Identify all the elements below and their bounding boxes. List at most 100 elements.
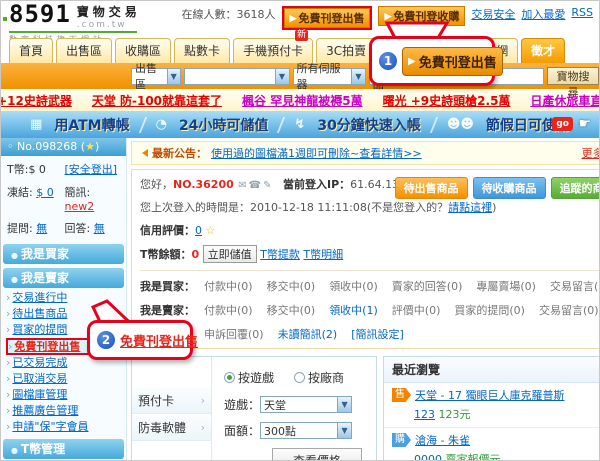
not-you-link[interactable]: 請點這裡 [448,201,492,214]
arrow-icon: › [8,340,13,353]
link-add-favorite[interactable]: 加入最愛 [521,6,565,22]
summary-item[interactable]: 領收中(0) [329,278,378,294]
pending-sell-button[interactable]: 待出售商品 [394,177,468,199]
tab-sell-zone[interactable]: 出售區 [56,38,113,63]
link-trade-safety[interactable]: 交易安全 [471,6,515,22]
summary-item[interactable]: 交易留言(0) [550,278,599,294]
last-login-row: 您上次登入的時間是：2010-12-18 11:11:08(不是您登入的？請點這… [140,201,497,214]
summary-item[interactable]: 專屬賣場(0) [476,278,536,294]
recent-item-sublink[interactable]: 0000 [414,453,442,460]
atm-banner[interactable]: ▦ 用ATM轉帳 ◔ 24小時可儲值 ↯ 30分鐘快速入帳 ☻☻ 節假日可使用 … [1,111,599,138]
callout-post-sell-link[interactable]: 免費刊登出售 [120,331,198,350]
tab-point-card[interactable]: 點數卡 [174,38,231,63]
ask-cell: 提問: 無 [7,222,48,235]
tab-home[interactable]: 首頁 [9,38,54,63]
sms-new-link[interactable]: new2 [65,200,95,213]
sidebar-item-ad-management[interactable]: › 推薦廣告管理 [6,403,126,419]
chevron-down-icon: ▼ [166,68,180,84]
sidebar: ◦ No.098268 (★) T幣:$ 0 [安全登出] 凍結: $ 0 簡訊… [1,138,127,460]
pending-buy-button[interactable]: 待收購商品 [472,177,546,199]
answer-cell: 回答: 無 [64,222,105,235]
tab-3c-auction[interactable]: 3C拍賣 [316,38,377,63]
check-price-button[interactable]: 查看價格 [272,448,363,460]
radio-by-vendor[interactable]: 按廠商 [294,369,344,386]
post-buy-button[interactable]: ▶ 免費刊登收購 [378,6,466,26]
link-rss[interactable]: RSS [571,6,593,19]
sidebar-item-apply-bao-member[interactable]: › 申請"保"字會員 [6,419,126,435]
promo-link[interactable]: 曙光 +9史詩頭槍2.5萬 [383,92,511,109]
sidebar-section-seller[interactable]: ● 我是賣家 [3,268,124,288]
promo-link[interactable]: 日產休旅車直降20萬 [530,92,599,109]
go-button[interactable]: go [552,117,573,131]
notice-link[interactable]: 使用過的圖檔滿1週即可刪除~查看詳情>> [211,145,422,161]
chevron-down-icon: ▼ [274,68,289,84]
summary-item[interactable]: 交易留言(0) [539,302,599,318]
ask-link[interactable]: 無 [36,222,47,235]
recent-item-link[interactable]: 滄海 - 朱雀 [415,432,470,448]
sell-badge: 售 [392,388,411,402]
tab-recruit[interactable]: 徵才 [521,38,566,63]
online-count: 在線人數：3618人 [181,8,276,21]
answer-link[interactable]: 無 [94,222,105,235]
amount-field: 面額： 300點 ▼ [224,422,370,439]
atm-icon: ▦ [30,117,43,132]
recent-item: 售天堂 - 17 獨眼巨人庫克羅普斯 123 123元 [384,383,599,428]
promo-link[interactable]: 天堂 防-100就靠這套了 [92,92,222,109]
summary-item[interactable]: 賣家的回答(0) [392,278,463,294]
summary-item[interactable]: 移交中(0) [267,302,316,318]
summary-item-highlight[interactable]: 未讀簡訊(2) [278,326,338,342]
statement-link[interactable]: T幣明細 [303,248,343,261]
summary-item[interactable]: 移交中(0) [267,278,316,294]
sidebar-item-image-library[interactable]: › 圖檔庫管理 [6,387,126,403]
menu-item-prepaid-card[interactable]: 預付卡 › [132,387,211,414]
mail-icon[interactable]: ✉ [238,180,246,191]
topup-button[interactable]: 立即儲值 [202,245,257,263]
summary-item-highlight[interactable]: 領收中(1) [329,302,378,318]
search-game-select[interactable]: ▼ [183,67,290,85]
sidebar-section-tcoin[interactable]: ● T幣管理 [3,439,124,459]
tbalance-cell: T幣:$ 0 [7,163,46,176]
radio-icon [224,372,235,383]
recent-item-sublink[interactable]: 123 [414,408,435,421]
summary-item[interactable]: 付款中(0) [204,302,253,318]
frozen-amount-link[interactable]: $ 0 [36,186,54,199]
withdraw-link[interactable]: T幣提款 [260,248,300,261]
divider [140,270,599,271]
game-select[interactable]: 天堂 ▼ [260,396,353,413]
phone-icon[interactable]: ☎ [249,180,261,191]
tab-mobile-prepaid[interactable]: 手機預付卡新 [233,30,314,63]
edit-icon[interactable]: ✎ [263,180,271,191]
radio-by-game[interactable]: 按遊戲 [224,369,274,386]
summary-item[interactable]: 申訴回覆(0) [204,326,264,342]
recent-item-link[interactable]: 天堂 - 17 獨眼巨人庫克羅普斯 [415,387,564,403]
price-check-widget: 預付卡 › 防毒軟體 › 按遊戲 按廠商 遊戲： 天堂 ▼ 面額： 300點 ▼… [131,356,377,460]
page: 8591 寶物交易 .com.tw 數字科技旗下網站 在線人數：3618人 ▶免… [0,0,600,461]
recent-item-price: 賣家報價元 [445,453,501,461]
promo-link[interactable]: 龍之谷 +12史詩武器 [1,92,72,109]
buy-badge: 購 [392,433,411,447]
tab-buy-zone[interactable]: 收購區 [115,38,172,63]
credit-score-link[interactable]: 0 [195,224,202,237]
logout-link[interactable]: [安全登出] [65,161,121,177]
amount-select[interactable]: 300點 ▼ [260,422,353,439]
summary-item[interactable]: 付款中(0) [204,278,253,294]
sidebar-section-buyer[interactable]: ● 我是買家 [3,244,124,264]
search-button[interactable]: 寶物搜尋 [547,67,599,99]
callout-post-sell-button[interactable]: ▶ 免費刊登出售 [402,46,503,76]
notice-label: 最新公告： [152,147,207,160]
promo-link[interactable]: 楓谷 罕見神龍被褥5萬 [242,92,363,109]
logo[interactable]: 8591 寶物交易 .com.tw 數字科技旗下網站 [3,2,141,44]
summary-row-seller: 我是賣家： 付款中(0) 移交中(0) 領收中(1) 評價中(0) 買家的提問(… [140,302,599,318]
more-notices-link[interactable]: 更多公告 [582,145,599,161]
summary-item[interactable]: 評價中(0) [392,302,441,318]
tracked-items-button[interactable]: 追蹤的商品 [550,177,599,199]
search-server-select[interactable]: 所有伺服器 ▼ [292,62,366,91]
sidebar-item-trading[interactable]: › 交易進行中 [6,290,126,306]
menu-item-antivirus[interactable]: 防毒軟體 › [132,414,211,441]
step1-number: 1 [379,52,397,70]
sidebar-item-cancelled[interactable]: › 已取消交易 [6,371,126,387]
search-category-select[interactable]: 出售區 ▼ [131,62,181,91]
summary-item-highlight[interactable]: [簡訊設定] [351,326,404,342]
summary-item[interactable]: 買家的提問(0) [454,302,525,318]
post-sell-button[interactable]: ▶ 免費刊登出售 [283,8,371,28]
